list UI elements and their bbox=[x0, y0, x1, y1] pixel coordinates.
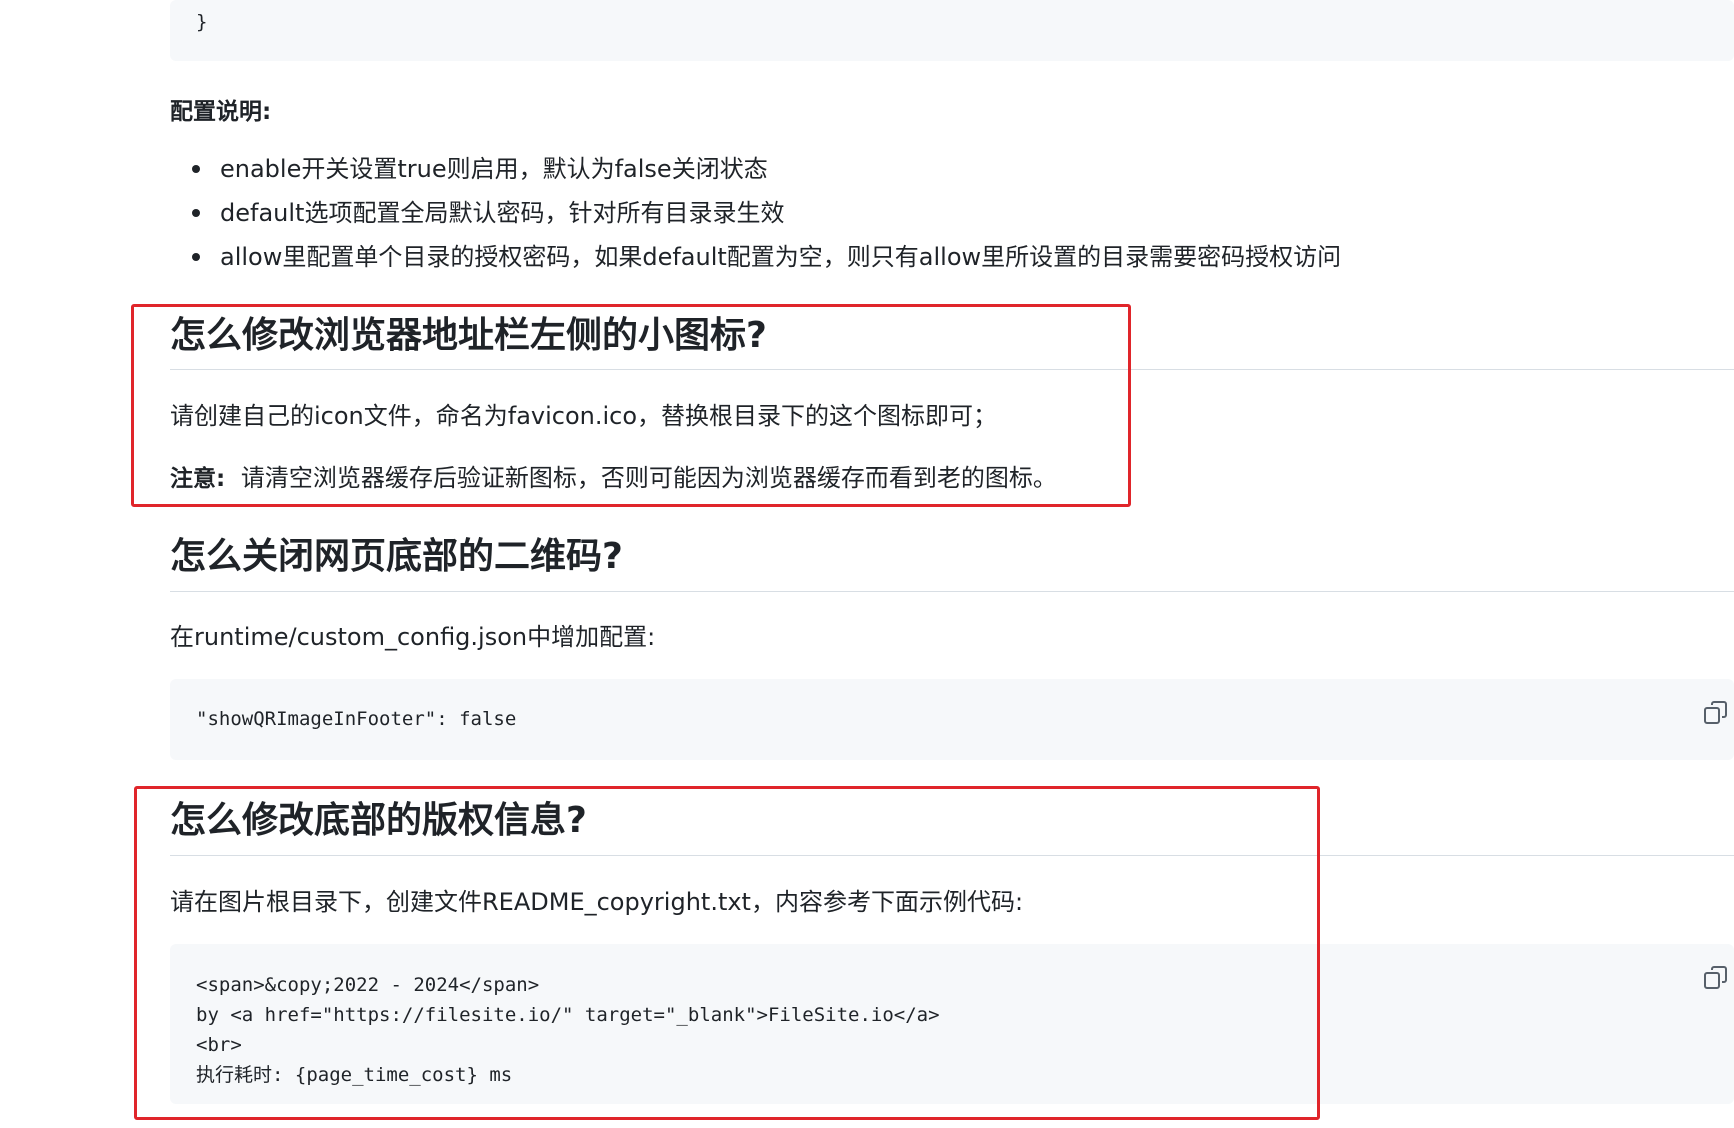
copy-button[interactable] bbox=[1702, 964, 1730, 992]
bullet-icon bbox=[192, 253, 200, 261]
qr-heading: 怎么关闭网页底部的二维码? bbox=[170, 536, 623, 577]
bullet-icon bbox=[192, 209, 200, 217]
list-item: enable开关设置true则启用，默认为false关闭状态 bbox=[170, 147, 1341, 191]
copy-icon bbox=[1704, 701, 1727, 724]
heading-divider bbox=[170, 591, 1734, 592]
qr-paragraph: 在runtime/custom_config.json中增加配置: bbox=[170, 623, 656, 651]
top-code-block: } bbox=[170, 0, 1734, 61]
highlight-box-favicon bbox=[131, 304, 1131, 507]
bullet-icon bbox=[192, 165, 200, 173]
copy-button[interactable] bbox=[1702, 699, 1730, 727]
config-list: enable开关设置true则启用，默认为false关闭状态 default选项… bbox=[170, 147, 1341, 279]
list-item: allow里配置单个目录的授权密码，如果default配置为空，则只有allow… bbox=[170, 235, 1341, 279]
qr-code-text: "showQRImageInFooter": false bbox=[196, 708, 517, 730]
highlight-box-copyright bbox=[134, 786, 1320, 1120]
qr-code-block: "showQRImageInFooter": false bbox=[170, 679, 1734, 760]
list-item: default选项配置全局默认密码，针对所有目录录生效 bbox=[170, 191, 1341, 235]
config-label: 配置说明: bbox=[170, 99, 272, 125]
code-closing-brace: } bbox=[196, 11, 208, 33]
copy-icon bbox=[1704, 966, 1727, 989]
